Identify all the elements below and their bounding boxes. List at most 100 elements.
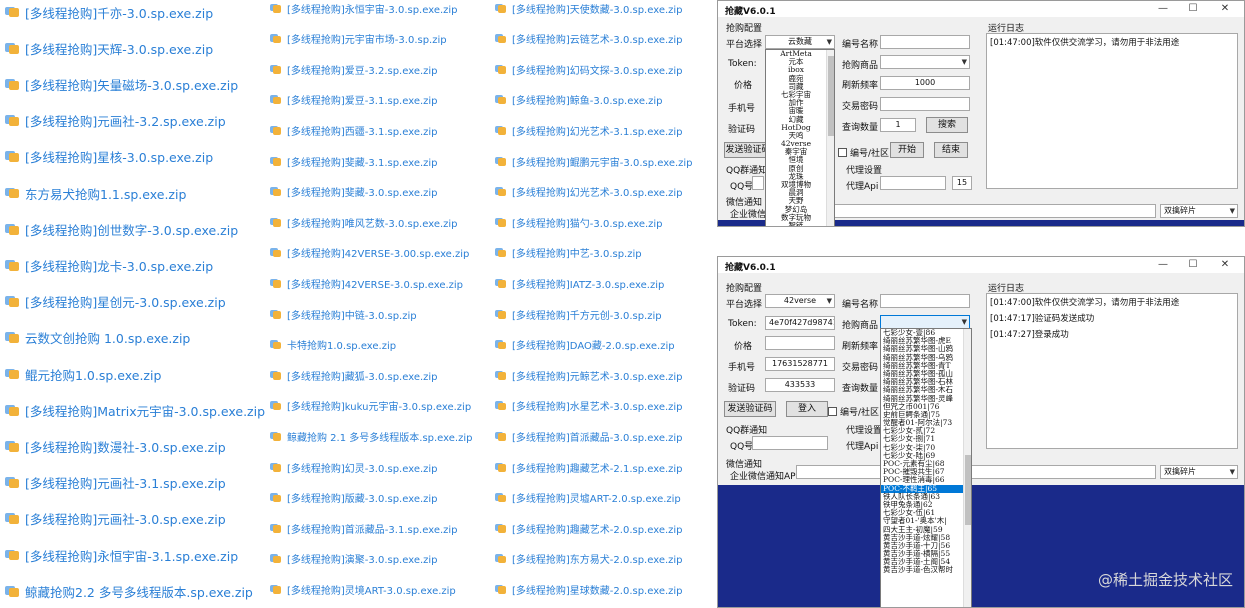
- file-item[interactable]: [多线程抢购]幻码文探-3.0.sp.exe.zip: [495, 61, 683, 77]
- proxy-count-input[interactable]: 15: [952, 176, 972, 190]
- file-item[interactable]: [多线程抢购]创世数字-3.0.sp.exe.zip: [5, 219, 238, 239]
- maximize-button[interactable]: ☐: [1178, 257, 1208, 273]
- trade-password-input[interactable]: [880, 97, 970, 111]
- file-item[interactable]: [多线程抢购]爱豆-3.2.sp.exe.zip: [270, 61, 438, 77]
- file-item[interactable]: [多线程抢购]42VERSE-3.0.sp.exe.zip: [270, 275, 463, 291]
- search-button[interactable]: 搜索: [926, 117, 968, 133]
- platform-dropdown[interactable]: ArtMeta 元本 ibox 鹿宛 司藏 七彩宇宙 加作 宙暖 幻藏 HotDog 天鸣 42ver…: [765, 49, 835, 226]
- minimize-button[interactable]: —: [1148, 257, 1178, 273]
- file-item[interactable]: 鲸藏抢购2.2 多号多线程版本.sp.exe.zip: [5, 581, 253, 601]
- start-button[interactable]: 开始: [890, 142, 924, 158]
- file-item[interactable]: [多线程抢购]星球数藏-2.0.sp.exe.zip: [495, 581, 683, 597]
- file-item[interactable]: [多线程抢购]元宇宙市场-3.0.sp.zip: [270, 31, 447, 47]
- code-input[interactable]: 433533: [765, 378, 835, 392]
- wechat-api-input[interactable]: [796, 204, 1156, 218]
- sound-select[interactable]: 双擒碎片 ▼: [1160, 204, 1238, 218]
- file-item[interactable]: [多线程抢购]趣藏艺术-2.0.sp.exe.zip: [495, 520, 683, 536]
- number-input[interactable]: [880, 294, 970, 308]
- file-item[interactable]: [多线程抢购]版藏-3.0.sp.exe.zip: [270, 490, 438, 506]
- file-item[interactable]: [多线程抢购]DAO藏-2.0.sp.exe.zip: [495, 337, 675, 353]
- checkbox-box[interactable]: [828, 407, 837, 416]
- file-item[interactable]: [多线程抢购]元画社-3.1.sp.exe.zip: [5, 473, 226, 493]
- maximize-button[interactable]: ☐: [1178, 1, 1208, 17]
- file-item[interactable]: [多线程抢购]鲲鹏元宇宙-3.0.sp.exe.zip: [495, 153, 693, 169]
- close-button[interactable]: ✕: [1210, 1, 1240, 17]
- file-item[interactable]: [多线程抢购]幻灵-3.0.sp.exe.zip: [270, 459, 438, 475]
- file-item[interactable]: [多线程抢购]永恒宇宙-3.0.sp.exe.zip: [270, 0, 458, 16]
- file-item[interactable]: [多线程抢购]天辉-3.0.sp.exe.zip: [5, 38, 213, 58]
- file-item[interactable]: [多线程抢购]鲸鱼-3.0.sp.exe.zip: [495, 92, 663, 108]
- multi-checkbox[interactable]: 编号/社区: [838, 146, 889, 159]
- file-item[interactable]: [多线程抢购]演聚-3.0.sp.exe.zip: [270, 551, 438, 567]
- file-item[interactable]: [多线程抢购]中艺-3.0.sp.zip: [495, 245, 642, 261]
- file-item[interactable]: [多线程抢购]星创元-3.0.sp.exe.zip: [5, 292, 226, 312]
- scrollbar-thumb[interactable]: [965, 455, 971, 525]
- file-item[interactable]: [多线程抢购]永恒宇宙-3.1.sp.exe.zip: [5, 545, 238, 565]
- product-select[interactable]: ▼: [880, 315, 970, 329]
- checkbox-box[interactable]: [838, 148, 847, 157]
- file-item[interactable]: 云数文创抢购 1.0.sp.exe.zip: [5, 328, 190, 348]
- file-item[interactable]: [多线程抢购]元鲸艺术-3.0.sp.exe.zip: [495, 367, 683, 383]
- qq-input[interactable]: [752, 176, 764, 190]
- file-item[interactable]: [多线程抢购]斐藏-3.0.sp.exe.zip: [270, 184, 438, 200]
- file-item[interactable]: [多线程抢购]猫勺-3.0.sp.exe.zip: [495, 214, 663, 230]
- sound-select[interactable]: 双擒碎片 ▼: [1160, 465, 1238, 479]
- file-item[interactable]: [多线程抢购]千方元创-3.0.sp.zip: [495, 306, 662, 322]
- file-item[interactable]: [多线程抢购]爱豆-3.1.sp.exe.zip: [270, 92, 438, 108]
- multi-checkbox[interactable]: 编号/社区: [828, 405, 879, 418]
- dropdown-scrollbar[interactable]: [826, 50, 834, 226]
- close-button[interactable]: ✕: [1210, 257, 1240, 273]
- file-item[interactable]: [多线程抢购]斐藏-3.1.sp.exe.zip: [270, 153, 438, 169]
- file-item[interactable]: [多线程抢购]首派藏品-3.1.sp.exe.zip: [270, 520, 458, 536]
- file-item[interactable]: 鲸藏抢购 2.1 多号多线程版本.sp.exe.zip: [270, 428, 472, 444]
- file-item[interactable]: [多线程抢购]天使数藏-3.0.sp.exe.zip: [495, 0, 683, 16]
- phone-input[interactable]: 17631528771: [765, 357, 835, 371]
- file-item[interactable]: [多线程抢购]趣藏艺术-2.1.sp.exe.zip: [495, 459, 683, 475]
- file-item[interactable]: 鲲元抢购1.0.sp.exe.zip: [5, 364, 161, 384]
- refresh-input[interactable]: 1000: [880, 76, 970, 90]
- file-item[interactable]: [多线程抢购]幻光艺术-3.0.sp.exe.zip: [495, 184, 683, 200]
- file-item[interactable]: [多线程抢购]星核-3.0.sp.exe.zip: [5, 147, 213, 167]
- login-button[interactable]: 登入: [786, 401, 828, 417]
- file-item[interactable]: [多线程抢购]水星艺术-3.0.sp.exe.zip: [495, 398, 683, 414]
- dropdown-scrollbar[interactable]: [963, 329, 971, 607]
- file-item[interactable]: [多线程抢购]西疆-3.1.sp.exe.zip: [270, 122, 438, 138]
- proxy-api-input[interactable]: [880, 176, 946, 190]
- stop-button[interactable]: 结束: [934, 142, 968, 158]
- file-item[interactable]: [多线程抢购]藏狐-3.0.sp.exe.zip: [270, 367, 438, 383]
- file-item[interactable]: [多线程抢购]矢量磁场-3.0.sp.exe.zip: [5, 74, 238, 94]
- file-item[interactable]: [多线程抢购]42VERSE-3.00.sp.exe.zip: [270, 245, 469, 261]
- platform-select[interactable]: 42verse ▼: [765, 294, 835, 308]
- wechat-api-input[interactable]: [796, 465, 1156, 479]
- file-item[interactable]: [多线程抢购]灵境ART-3.0.sp.exe.zip: [270, 581, 456, 597]
- send-code-button[interactable]: 发送验证码: [724, 401, 776, 417]
- file-item[interactable]: [多线程抢购]Matrix元宇宙-3.0.sp.exe.zip: [5, 400, 265, 420]
- file-item[interactable]: [多线程抢购]千亦-3.0.sp.exe.zip: [5, 2, 213, 22]
- file-item[interactable]: 东方易犬抢购1.1.sp.exe.zip: [5, 183, 186, 203]
- product-select[interactable]: ▼: [880, 55, 970, 69]
- query-input[interactable]: 1: [880, 118, 916, 132]
- file-item[interactable]: [多线程抢购]东方易犬-2.0.sp.exe.zip: [495, 551, 683, 567]
- file-item[interactable]: [多线程抢购]数漫社-3.0.sp.exe.zip: [5, 436, 226, 456]
- token-input[interactable]: 4e70f427d98741c4: [765, 316, 835, 330]
- file-item[interactable]: [多线程抢购]龙卡-3.0.sp.exe.zip: [5, 255, 213, 275]
- scrollbar-thumb[interactable]: [828, 56, 834, 136]
- file-item[interactable]: [多线程抢购]中链-3.0.sp.zip: [270, 306, 417, 322]
- price-input[interactable]: [765, 336, 835, 350]
- qq-input[interactable]: [752, 436, 828, 450]
- file-item[interactable]: [多线程抢购]元画社-3.0.sp.exe.zip: [5, 509, 226, 529]
- minimize-button[interactable]: —: [1148, 1, 1178, 17]
- file-item[interactable]: [多线程抢购]IATZ-3.0.sp.exe.zip: [495, 275, 664, 291]
- file-item[interactable]: [多线程抢购]kuku元宇宙-3.0.sp.exe.zip: [270, 398, 471, 414]
- file-item[interactable]: 卡特抢购1.0.sp.exe.zip: [270, 337, 396, 353]
- file-item[interactable]: [多线程抢购]灵墟ART-2.0.sp.exe.zip: [495, 490, 681, 506]
- file-item[interactable]: [多线程抢购]唯风艺数-3.0.sp.exe.zip: [270, 214, 458, 230]
- product-dropdown[interactable]: 七彩少女-壹|86 绮丽丝苏繁华图-虎E 绮丽丝苏繁华图-山鸦 绮丽丝苏繁华图-乌鸦绮…: [880, 328, 972, 607]
- file-item[interactable]: [多线程抢购]首派藏品-3.0.sp.exe.zip: [495, 428, 683, 444]
- file-item[interactable]: [多线程抢购]云链艺术-3.0.sp.exe.zip: [495, 31, 683, 47]
- dropdown-option[interactable]: 黄吉沙手道-色汉帮时: [881, 566, 963, 574]
- number-input[interactable]: [880, 35, 970, 49]
- platform-select[interactable]: 云数藏 ▼: [765, 35, 835, 49]
- dropdown-option[interactable]: 智链: [766, 221, 826, 226]
- file-item[interactable]: [多线程抢购]幻光艺术-3.1.sp.exe.zip: [495, 122, 683, 138]
